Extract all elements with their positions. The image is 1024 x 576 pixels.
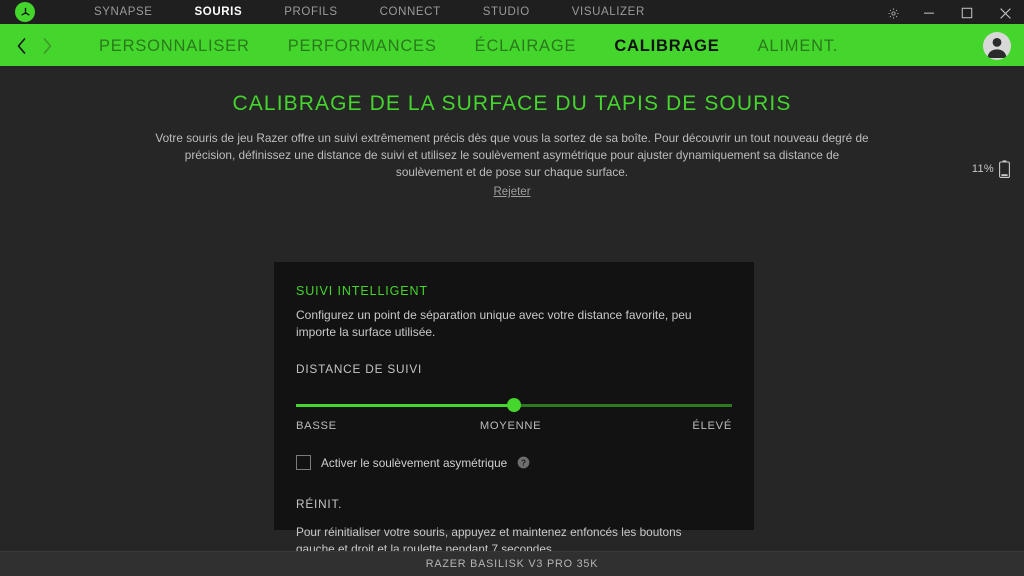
page-title: CALIBRAGE DE LA SURFACE DU TAPIS DE SOUR… [232,92,792,115]
top-nav-item-synapse[interactable]: SYNAPSE [73,0,174,25]
nav-forward-button[interactable] [34,26,60,66]
primary-nav: SYNAPSE SOURIS PROFILS CONNECT STUDIO VI… [73,0,666,24]
close-button[interactable] [986,0,1024,26]
settings-button[interactable] [876,0,910,26]
tab-personnaliser[interactable]: PERSONNALISER [80,26,269,66]
status-bar: RAZER BASILISK V3 PRO 35K [0,551,1024,576]
slider-tick-low: BASSE [296,420,337,432]
page-description: Votre souris de jeu Razer offre un suivi… [155,131,869,179]
battery-percent-label: 11% [971,163,994,175]
title-bar: SYNAPSE SOURIS PROFILS CONNECT STUDIO VI… [0,0,1024,26]
maximize-icon [961,7,973,19]
asymmetric-lift-checkbox[interactable] [296,455,311,470]
tracking-distance-label: DISTANCE DE SUIVI [296,362,423,376]
secondary-nav-bar: PERSONNALISER PERFORMANCES ÉCLAIRAGE CAL… [0,26,1024,66]
slider-tick-labels: BASSE MOYENNE ÉLEVÉ [296,420,732,432]
slider-thumb[interactable] [507,398,521,412]
battery-indicator: 11% [972,160,1010,178]
tab-eclairage[interactable]: ÉCLAIRAGE [456,26,596,66]
slider-tick-mid: MOYENNE [479,420,542,432]
nav-back-button[interactable] [8,26,34,66]
minimize-button[interactable] [910,0,948,26]
chevron-right-icon [43,38,51,54]
chevron-left-icon [17,38,25,54]
close-icon [999,7,1011,19]
battery-icon [999,160,1010,178]
tracking-distance-slider[interactable] [296,398,732,412]
reset-description: Pour réinitialiser votre souris, appuyez… [296,525,682,551]
slider-tick-high: ÉLEVÉ [692,420,732,432]
asymmetric-lift-label: Activer le soulèvement asymétrique [321,455,508,470]
maximize-button[interactable] [948,0,986,26]
help-circle-icon[interactable]: ? [517,456,530,469]
svg-text:?: ? [521,459,526,468]
tab-calibrage[interactable]: CALIBRAGE [595,26,738,66]
minimize-icon [924,12,934,14]
top-nav-item-profils[interactable]: PROFILS [263,0,358,25]
device-tabs: PERSONNALISER PERFORMANCES ÉCLAIRAGE CAL… [80,26,857,66]
top-nav-item-visualizer[interactable]: VISUALIZER [551,0,666,25]
slider-fill [296,404,514,407]
razer-logo-icon [15,2,35,22]
tab-performances[interactable]: PERFORMANCES [269,26,456,66]
top-nav-item-souris[interactable]: SOURIS [174,0,264,25]
tab-aliment[interactable]: ALIMENT. [739,26,858,66]
avatar[interactable] [983,32,1011,60]
card-subtitle: Configurez un point de séparation unique… [296,308,692,339]
asymmetric-lift-row: Activer le soulèvement asymétrique ? [296,455,732,470]
smart-tracking-card: SUIVI INTELLIGENT Configurez un point de… [274,262,754,551]
card-heading: SUIVI INTELLIGENT [296,284,428,298]
top-nav-item-studio[interactable]: STUDIO [462,0,551,25]
dismiss-link[interactable]: Rejeter [493,186,530,198]
avatar-icon [987,38,1007,58]
gear-icon [887,7,899,19]
connected-device-name: RAZER BASILISK V3 PRO 35K [425,558,599,570]
reset-title: RÉINIT. [296,497,343,511]
main-content: 11% CALIBRAGE DE LA SURFACE DU TAPIS DE … [0,66,1024,551]
app-window: SYNAPSE SOURIS PROFILS CONNECT STUDIO VI… [0,0,1024,576]
window-controls [876,0,1024,26]
top-nav-item-connect[interactable]: CONNECT [359,0,462,25]
